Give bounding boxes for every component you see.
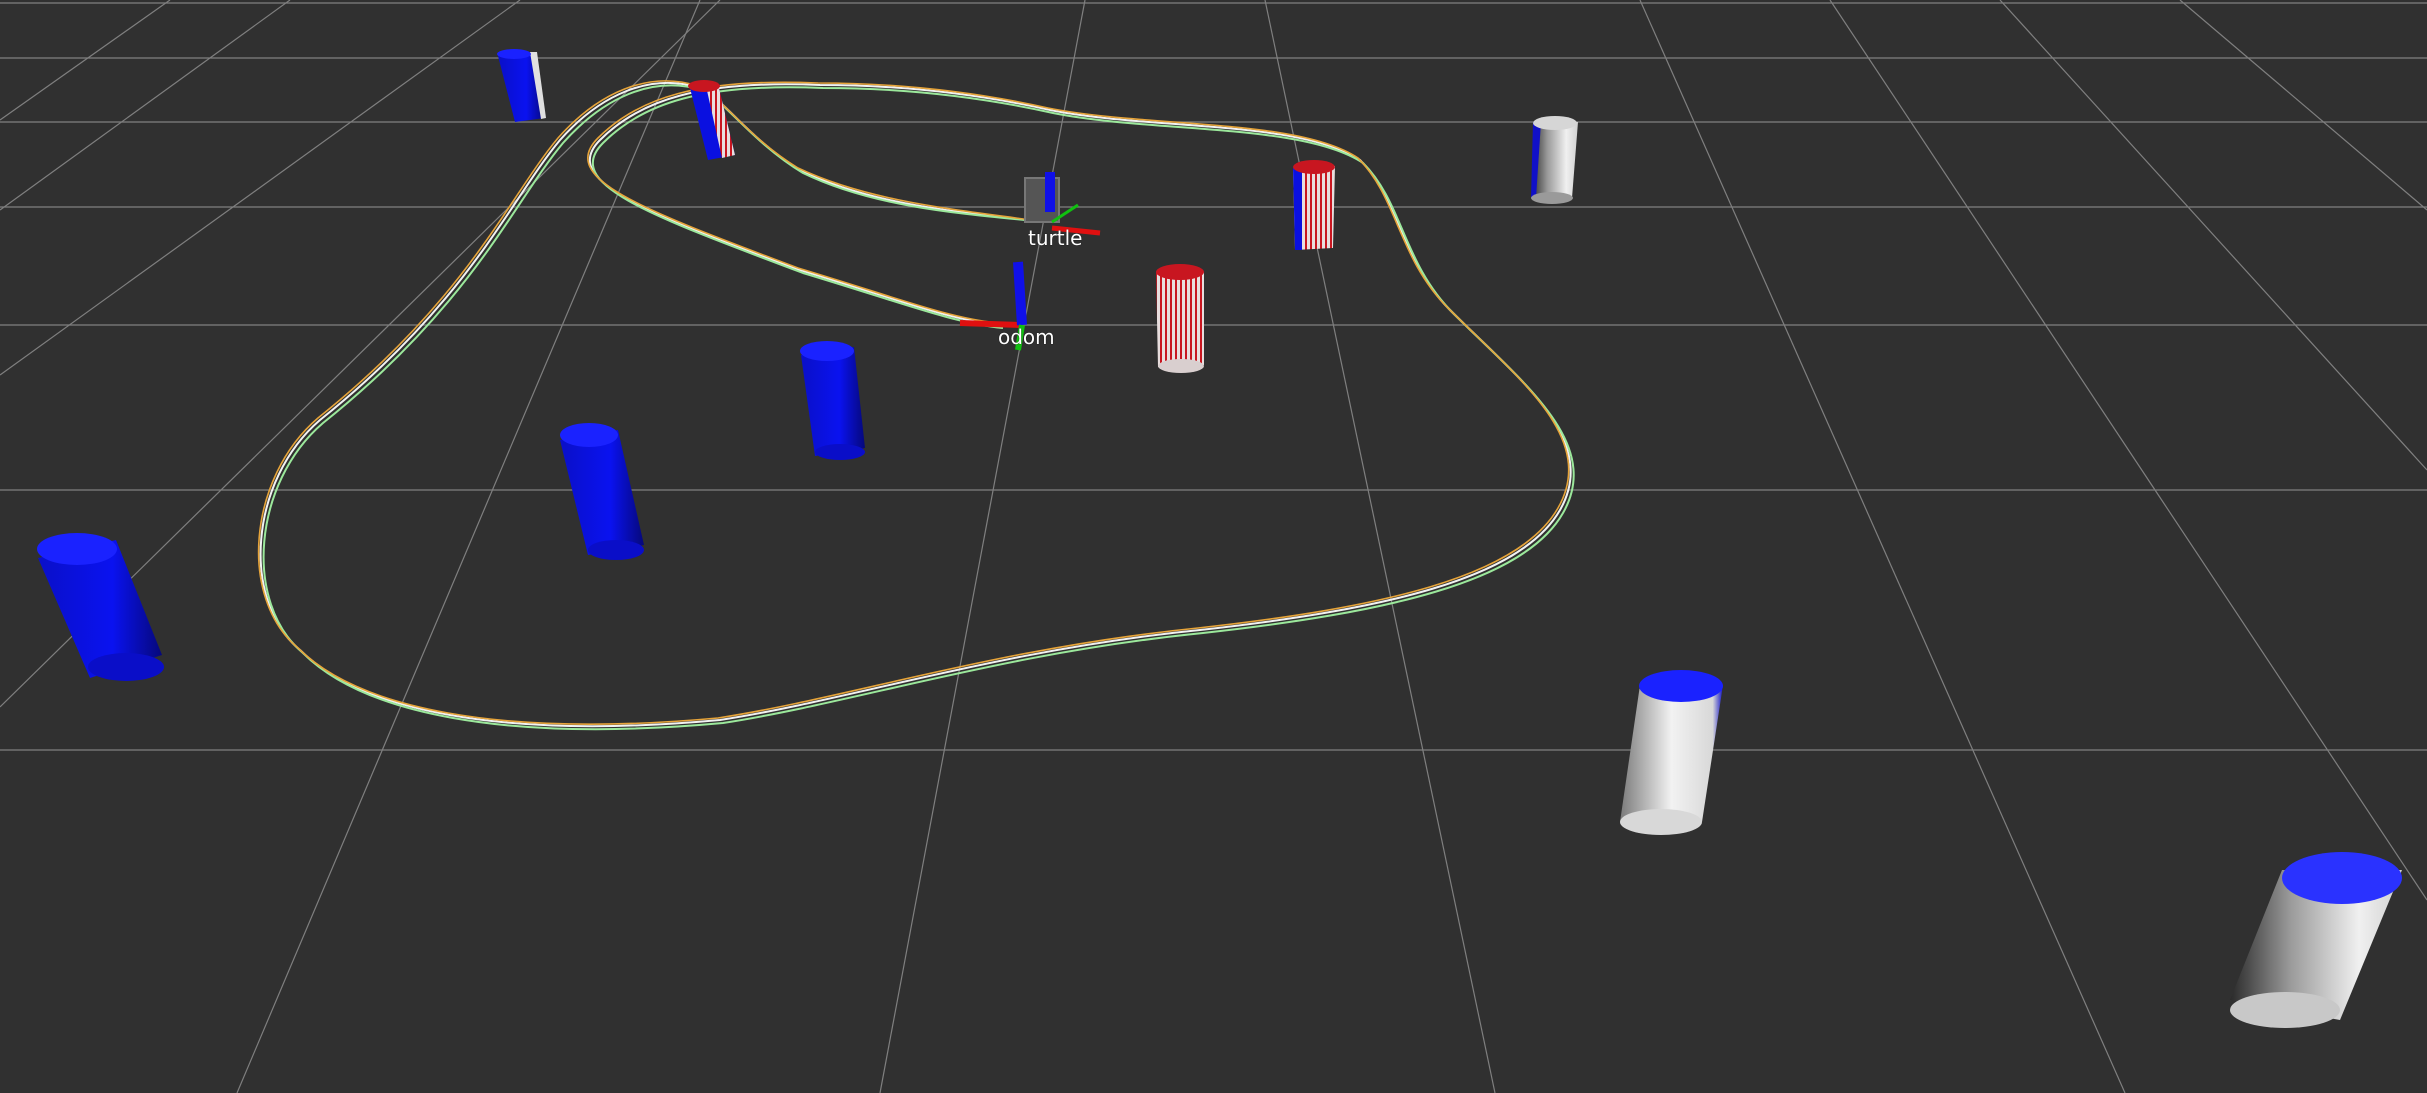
turtle-frame-label: turtle bbox=[1028, 226, 1083, 250]
rviz-3d-viewport[interactable]: turtle odom bbox=[0, 0, 2427, 1093]
cone-red-right bbox=[1293, 160, 1335, 250]
cone-blue-left bbox=[560, 423, 644, 560]
cone-red-center bbox=[1156, 264, 1204, 373]
ground-grid bbox=[0, 0, 2427, 1093]
cone-white-corner bbox=[2230, 852, 2402, 1028]
cone-red-blue-top bbox=[688, 80, 735, 160]
orange-path bbox=[257, 80, 1570, 725]
trajectory-paths bbox=[257, 80, 1575, 731]
odom-frame-label: odom bbox=[998, 325, 1055, 349]
cone-blue-center bbox=[800, 341, 865, 460]
cone-white-far-right bbox=[1531, 116, 1578, 204]
cone-blue-near-left bbox=[37, 533, 164, 681]
cone-blue-far-left bbox=[497, 49, 546, 122]
scene-canvas[interactable] bbox=[0, 0, 2427, 1093]
cone-white-near-right bbox=[1620, 670, 1723, 835]
turtle-model bbox=[1024, 172, 1101, 236]
